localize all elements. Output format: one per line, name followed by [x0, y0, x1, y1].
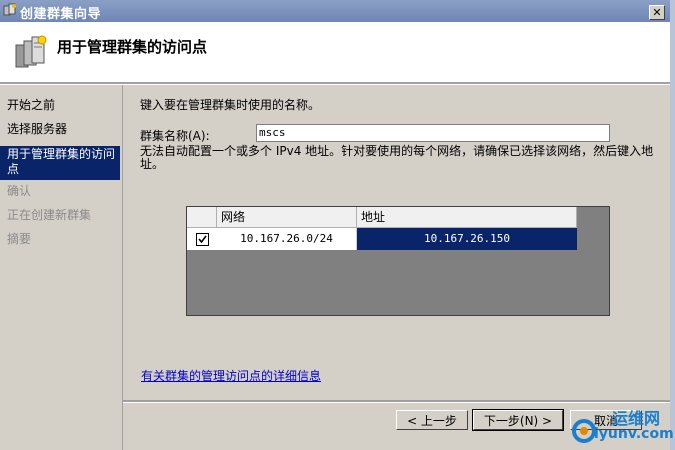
step-select-servers[interactable]: 选择服务器 — [0, 122, 120, 137]
instruction-text: 键入要在管理群集时使用的名称。 — [140, 98, 321, 112]
background-strip — [670, 0, 675, 450]
step-summary: 摘要 — [7, 232, 32, 246]
network-table: 网络 地址 10.167.26.0/24 10.167.26.150 — [186, 206, 610, 316]
table-header: 网络 地址 — [187, 207, 577, 228]
row-checkbox-cell — [187, 228, 217, 250]
back-button[interactable]: < 上一步 — [396, 410, 468, 430]
table-row[interactable]: 10.167.26.0/24 10.167.26.150 — [187, 228, 577, 250]
watermark-url: iyunv.com — [594, 426, 674, 442]
wizard-steps-sidebar: 开始之前 选择服务器 用于管理群集的访问点 确认 正在创建新群集 摘要 — [0, 85, 123, 450]
header-network[interactable]: 网络 — [217, 207, 357, 227]
checkmark-icon — [198, 235, 207, 244]
header-address[interactable]: 地址 — [357, 207, 577, 227]
network-checkbox[interactable] — [196, 233, 209, 246]
next-button[interactable]: 下一步(N) > — [472, 409, 564, 431]
cluster-servers-icon — [15, 35, 47, 68]
close-icon: ✕ — [652, 6, 662, 19]
close-button[interactable]: ✕ — [649, 5, 665, 20]
window-titlebar[interactable]: 创建群集向导 ✕ — [0, 0, 670, 22]
step-confirmation: 确认 — [7, 184, 32, 198]
step-creating-cluster: 正在创建新群集 — [7, 208, 92, 222]
cluster-name-input[interactable]: mscs — [256, 124, 610, 142]
window-title: 创建群集向导 — [20, 7, 102, 22]
wizard-header: 用于管理群集的访问点 — [0, 22, 670, 82]
network-cell: 10.167.26.0/24 — [217, 228, 357, 250]
wizard-app-icon — [3, 3, 16, 16]
step-access-point[interactable]: 用于管理群集的访问点 — [0, 146, 120, 180]
page-title: 用于管理群集的访问点 — [57, 38, 208, 56]
cluster-name-label: 群集名称(A): — [140, 129, 210, 143]
header-checkbox-column — [187, 207, 217, 227]
address-cell[interactable]: 10.167.26.150 — [357, 228, 577, 250]
step-before-you-begin[interactable]: 开始之前 — [0, 98, 120, 113]
ipv4-description: 无法自动配置一个或多个 IPv4 地址。针对要使用的每个网络，请确保已选择该网络… — [140, 144, 654, 171]
more-info-link[interactable]: 有关群集的管理访问点的详细信息 — [141, 367, 321, 384]
